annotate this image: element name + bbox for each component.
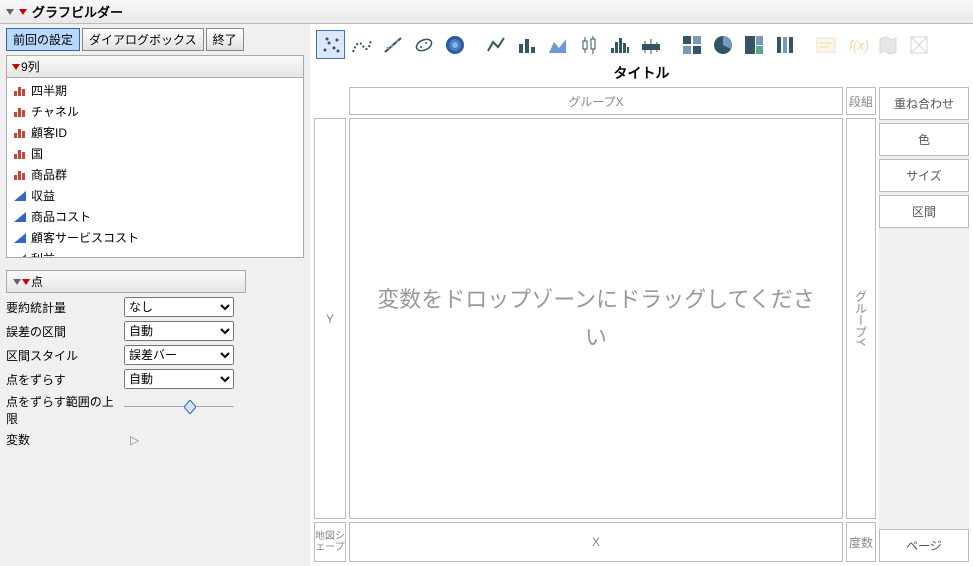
jitter-limit-slider[interactable] (124, 406, 234, 420)
summary-stat-select[interactable]: なし (124, 297, 234, 317)
dropzone-wrap[interactable]: 段組 (846, 87, 876, 115)
nominal-icon (13, 169, 27, 181)
overlay-button[interactable]: 重ね合わせ (879, 87, 969, 120)
nominal-icon (13, 106, 27, 118)
smoother-icon[interactable] (347, 30, 376, 59)
columns-list[interactable]: 四半期チャネル顧客ID 国商品群収益商品コスト顧客サービスコスト利益 (6, 78, 304, 258)
nominal-icon (13, 85, 27, 97)
dropdown-icon[interactable] (21, 277, 31, 287)
column-label: 収益 (31, 187, 55, 204)
done-button[interactable]: 終了 (206, 28, 244, 51)
dropzone-x[interactable]: X (349, 522, 843, 562)
variables-label: 変数 (6, 431, 124, 448)
disclosure-icon[interactable] (11, 277, 21, 287)
bar-icon[interactable] (512, 30, 541, 59)
dropzone-freq[interactable]: 度数 (846, 522, 876, 562)
ellipse-icon[interactable] (409, 30, 438, 59)
error-interval-label: 誤差の区間 (6, 323, 124, 340)
column-item[interactable]: 国 (7, 143, 303, 164)
nominal-icon (13, 148, 27, 160)
jitter-select[interactable]: 自動 (124, 369, 234, 389)
props-header-label: 点 (31, 273, 43, 290)
map2-icon (904, 30, 933, 59)
column-label: 商品群 (31, 166, 67, 183)
dropzone-groupy[interactable]: グループY (846, 118, 876, 519)
column-label: 顧客サービスコスト (31, 229, 139, 246)
columns-header[interactable]: 9列 (6, 55, 304, 78)
formula-icon: f(x) (842, 30, 871, 59)
contour-icon[interactable] (440, 30, 469, 59)
chart-toolbar: f(x) (310, 30, 973, 61)
boxplot-icon[interactable] (574, 30, 603, 59)
column-item[interactable]: チャネル (7, 101, 303, 122)
dropzone-y[interactable]: Y (314, 118, 346, 519)
jitter-label: 点をずらす (6, 371, 124, 388)
interval-style-label: 区間スタイル (6, 347, 124, 364)
column-item[interactable]: 商品群 (7, 164, 303, 185)
pie-icon[interactable] (708, 30, 737, 59)
caption-icon (811, 30, 840, 59)
continuous-icon (13, 232, 27, 244)
histogram-icon[interactable] (605, 30, 634, 59)
column-item[interactable]: 収益 (7, 185, 303, 206)
recall-button[interactable]: 前回の設定 (6, 28, 80, 51)
heatmap-icon[interactable] (636, 30, 665, 59)
error-interval-select[interactable]: 自動 (124, 321, 234, 341)
column-label: 利益 (31, 250, 55, 258)
mosaic-icon[interactable] (677, 30, 706, 59)
dropdown-icon[interactable] (11, 62, 21, 72)
line-of-fit-icon[interactable] (378, 30, 407, 59)
continuous-icon (13, 211, 27, 223)
column-item[interactable]: 商品コスト (7, 206, 303, 227)
window-title: グラフビルダー (32, 2, 123, 21)
treemap-icon[interactable] (739, 30, 768, 59)
dropzone-map[interactable]: 地図シェープ (314, 522, 346, 562)
continuous-icon (13, 190, 27, 202)
window-title-bar: グラフビルダー (0, 0, 973, 24)
column-item[interactable]: 四半期 (7, 80, 303, 101)
interval-style-select[interactable]: 誤差バー (124, 345, 234, 365)
map1-icon (873, 30, 902, 59)
column-label: チャネル (31, 103, 79, 120)
expand-icon[interactable]: ▷ (130, 433, 244, 447)
disclosure-icon[interactable] (4, 7, 14, 17)
plot-title[interactable]: タイトル (310, 61, 973, 87)
column-label: 四半期 (31, 82, 67, 99)
interval-button[interactable]: 区間 (879, 195, 969, 228)
dialog-button[interactable]: ダイアログボックス (82, 28, 204, 51)
line-icon[interactable] (481, 30, 510, 59)
dropdown-icon[interactable] (18, 7, 28, 17)
column-label: 国 (31, 145, 43, 162)
slider-thumb-icon[interactable] (184, 400, 196, 414)
dropzone-main[interactable]: 変数をドロップゾーンにドラッグしてください (349, 118, 843, 519)
column-item[interactable]: 利益 (7, 248, 303, 258)
continuous-icon (13, 253, 27, 259)
parallel-icon[interactable] (770, 30, 799, 59)
nominal-icon (13, 127, 27, 139)
summary-stat-label: 要約統計量 (6, 299, 124, 316)
column-item[interactable]: 顧客サービスコスト (7, 227, 303, 248)
column-item[interactable]: 顧客ID (7, 122, 303, 143)
area-icon[interactable] (543, 30, 572, 59)
props-header[interactable]: 点 (6, 270, 246, 293)
jitter-limit-label: 点をずらす範囲の上限 (6, 393, 124, 427)
column-label: 商品コスト (31, 208, 91, 225)
color-button[interactable]: 色 (879, 123, 969, 156)
svg-text:f(x): f(x) (849, 37, 868, 53)
columns-header-label: 9列 (21, 58, 40, 75)
size-button[interactable]: サイズ (879, 159, 969, 192)
page-button[interactable]: ページ (879, 529, 969, 562)
dropzone-groupx[interactable]: グループX (349, 87, 843, 115)
column-label: 顧客ID (31, 124, 67, 141)
points-icon[interactable] (316, 30, 345, 59)
